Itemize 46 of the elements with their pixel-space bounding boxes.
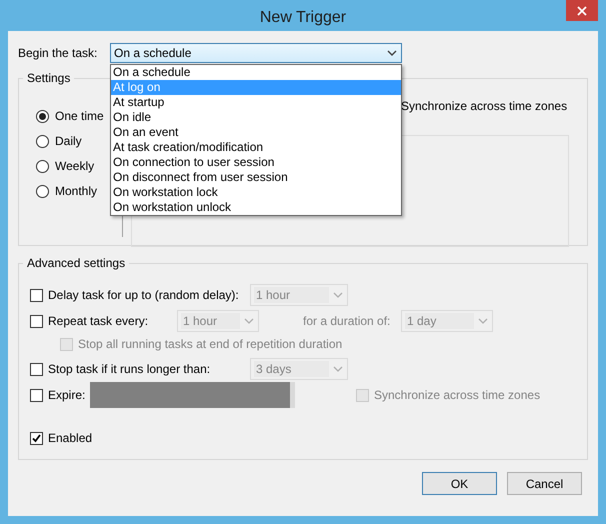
checkbox-label: Stop all running tasks at end of repetition duration [78,336,342,353]
radio-label: Weekly [55,158,94,175]
checkbox[interactable] [30,388,43,402]
checkbox-label: Repeat task every: [48,313,150,330]
menu-item[interactable]: On workstation unlock [111,200,401,215]
field-label: for a duration of: [303,313,392,330]
checkbox[interactable] [30,432,43,444]
checkbox[interactable] [30,362,43,376]
dialog-button[interactable]: OK [422,472,497,495]
chevron-down-icon [331,290,345,300]
chevron-down-icon [331,364,345,374]
radio-button[interactable] [36,134,49,148]
checkmark-icon [32,434,41,442]
radio-button[interactable] [36,184,49,198]
checkbox-label: Expire: [48,387,86,404]
checkbox-label: Stop task if it runs longer than: [48,361,212,378]
dropdown-field[interactable]: On a schedule [110,43,402,63]
checkbox-label: Enabled [48,430,92,447]
checkbox[interactable] [30,314,43,328]
radio-label: One time [55,108,104,125]
checkbox-label: Delay task for up to (random delay): [48,287,240,304]
radio-button[interactable] [36,160,49,172]
menu-item[interactable]: On connection to user session [111,155,401,170]
group-title: Settings [26,70,72,87]
radio-button[interactable] [36,110,49,122]
dialog-button[interactable]: Cancel [507,472,582,495]
menu-item[interactable]: At startup [111,95,401,110]
radio-label: Daily [55,133,82,150]
menu-item[interactable]: On a schedule [111,65,401,80]
close-button[interactable] [566,0,598,21]
menu-item[interactable]: On workstation lock [111,185,401,200]
checkbox-label: Synchronize across time zones [401,98,568,115]
radio-label: Monthly [55,183,98,200]
chevron-down-icon [242,316,256,326]
chevron-down-icon [386,48,398,58]
menu-item[interactable]: On an event [111,125,401,140]
window-title: New Trigger [260,8,346,28]
field-label: Begin the task: [18,45,98,62]
menu-item[interactable]: On idle [111,110,401,125]
menu-item[interactable]: On disconnect from user session [111,170,401,185]
group-title: Advanced settings [26,255,126,272]
checkbox[interactable] [30,288,43,302]
checkbox-label: Synchronize across time zones [374,387,540,404]
menu-item[interactable]: At task creation/modification [111,140,401,155]
chevron-down-icon [476,316,490,326]
close-icon [577,6,587,16]
